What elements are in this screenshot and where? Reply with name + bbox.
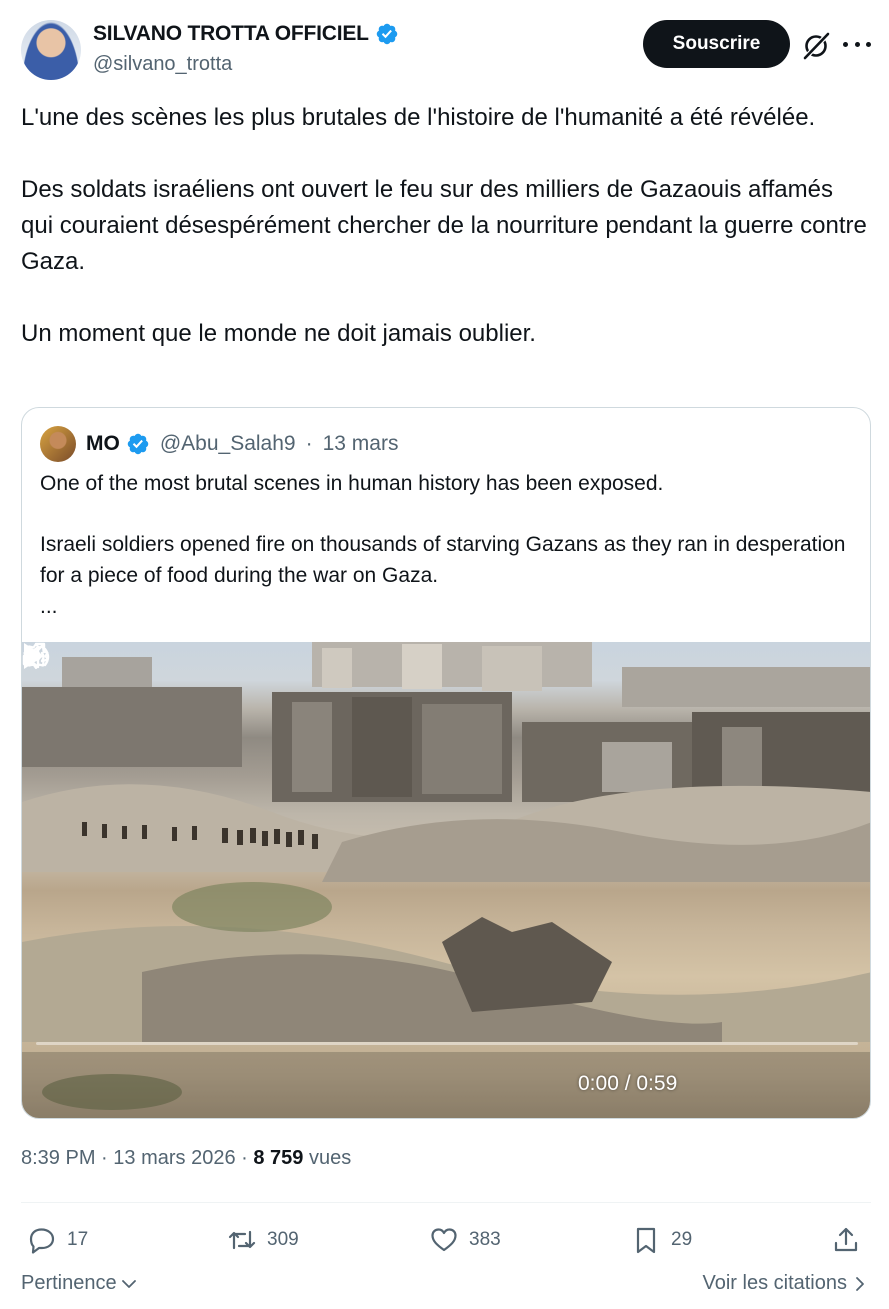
fullscreen-icon[interactable] (22, 642, 46, 666)
relevance-sort-button[interactable]: Pertinence (21, 1272, 137, 1295)
subscribe-button[interactable]: Souscrire (643, 20, 790, 68)
tweet-paragraph: Un moment que le monde ne doit jamais ou… (21, 320, 536, 347)
quoted-tweet-date: 13 mars (322, 432, 399, 455)
quoted-paragraph: One of the most brutal scenes in human h… (40, 472, 664, 495)
bookmark-icon (636, 1227, 656, 1254)
tweet-date[interactable]: 13 mars 2026 (113, 1147, 235, 1169)
tweet-paragraph: Des soldats israéliens ont ouvert le feu… (21, 176, 867, 275)
views-label: vues (309, 1147, 352, 1169)
video-time: 0:00 / 0:59 (578, 1072, 678, 1095)
quoted-tweet-card[interactable]: MO @Abu_Salah9 · 13 mars One of the most… (21, 407, 871, 1119)
quoted-paragraph: Israeli soldiers opened fire on thousand… (40, 533, 846, 587)
chevron-down-icon (121, 1279, 136, 1288)
like-count: 383 (469, 1229, 501, 1250)
relevance-label: Pertinence (21, 1272, 117, 1294)
author-avatar[interactable] (21, 20, 81, 80)
video-progress-bar[interactable] (36, 1042, 858, 1045)
grok-icon[interactable] (801, 31, 831, 61)
like-button[interactable]: 383 (429, 1220, 501, 1260)
bookmark-count: 29 (671, 1229, 693, 1250)
tweet-paragraph: L'une des scènes les plus brutales de l'… (21, 104, 816, 131)
dot-separator: · (305, 432, 313, 455)
repost-count: 309 (267, 1229, 299, 1250)
tweet-time[interactable]: 8:39 PM (21, 1147, 95, 1169)
dot-separator: · (241, 1147, 248, 1169)
reply-icon (29, 1228, 55, 1254)
tweet-text: L'une des scènes les plus brutales de l'… (21, 100, 871, 352)
quoted-ellipsis: ... (40, 595, 58, 618)
reply-count: 17 (67, 1229, 89, 1250)
repost-icon (228, 1230, 256, 1250)
chevron-right-icon (856, 1276, 864, 1291)
view-quotes-label: Voir les citations (702, 1272, 847, 1294)
author-display-name[interactable]: SILVANO TROTTA OFFICIEL (93, 22, 369, 46)
more-icon[interactable] (843, 32, 871, 56)
quoted-author-avatar (40, 426, 76, 462)
view-quotes-link[interactable]: Voir les citations (702, 1272, 867, 1295)
video-player[interactable]: 0:00 / 0:59 (22, 642, 870, 1118)
reply-button[interactable]: 17 (27, 1220, 88, 1260)
quoted-author-handle: @Abu_Salah9 (159, 432, 296, 455)
author-name-row: SILVANO TROTTA OFFICIEL (93, 22, 399, 46)
divider (21, 1202, 871, 1203)
views-count: 8 759 (253, 1147, 304, 1169)
verified-badge-icon (376, 23, 398, 45)
heart-icon (431, 1228, 457, 1252)
author-handle[interactable]: @silvano_trotta (93, 53, 232, 76)
replies-footer: Pertinence Voir les citations (21, 1272, 871, 1302)
dot-separator: · (101, 1147, 108, 1169)
quoted-tweet-text: One of the most brutal scenes in human h… (40, 468, 850, 622)
repost-button[interactable]: 309 (227, 1220, 299, 1260)
quoted-author-name: MO (86, 432, 120, 455)
verified-badge-icon (127, 433, 149, 455)
share-icon (834, 1227, 858, 1252)
bookmark-button[interactable]: 29 (631, 1220, 692, 1260)
tweet-header: SILVANO TROTTA OFFICIEL @silvano_trotta … (21, 20, 871, 82)
tweet-meta: 8:39 PM · 13 mars 2026 · 8 759 vues (21, 1147, 351, 1170)
video-frame-image (22, 642, 870, 1118)
tweet-actions: 17 309 383 29 (21, 1220, 871, 1260)
share-button[interactable] (831, 1220, 861, 1260)
quoted-tweet-header: MO @Abu_Salah9 · 13 mars (40, 426, 398, 462)
